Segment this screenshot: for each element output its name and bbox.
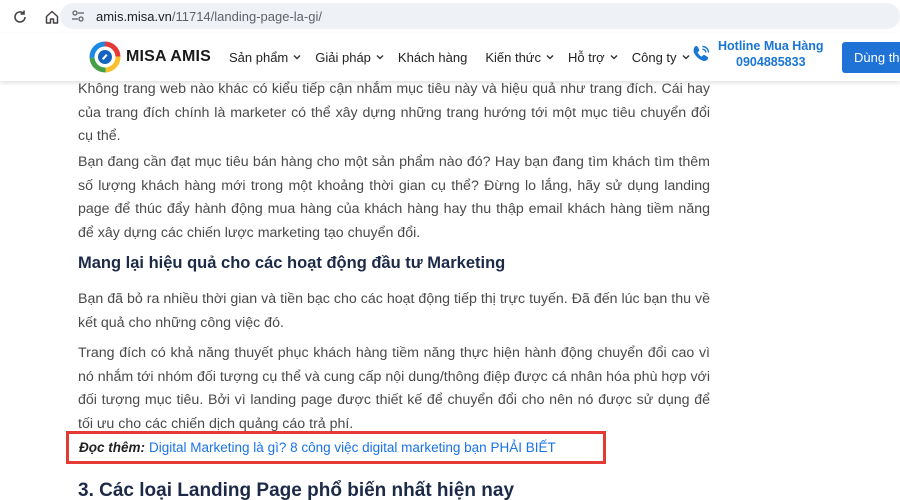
- menu-item-san-pham[interactable]: Sản phẩm: [229, 50, 301, 65]
- chevron-down-icon: [376, 55, 384, 60]
- menu-item-label: Khách hàng: [397, 49, 468, 65]
- menu-item-label: Kiến thức: [485, 49, 542, 65]
- url-text: amis.misa.vn/11714/landing-page-la-gi/: [96, 9, 322, 24]
- menu-item-cong-ty[interactable]: Công ty: [632, 50, 690, 65]
- hotline-phone[interactable]: 0904885833: [718, 55, 824, 69]
- menu-item-khach-hang[interactable]: Khách hàng: [398, 50, 467, 65]
- menu-item-giai-phap[interactable]: Giải pháp: [315, 50, 384, 65]
- misa-logo-icon: [89, 41, 121, 73]
- home-icon[interactable]: [42, 7, 62, 27]
- hotline-title: Hotline Mua Hàng: [718, 39, 824, 53]
- menu-item-label: Hỗ trợ: [568, 49, 605, 65]
- read-more-link[interactable]: Digital Marketing là gì? 8 công việc dig…: [149, 440, 556, 455]
- url-host: amis.misa.vn: [96, 8, 172, 24]
- menu-item-ho-tro[interactable]: Hỗ trợ: [568, 50, 618, 65]
- url-path: /11714/landing-page-la-gi/: [171, 8, 322, 24]
- phone-icon: [693, 45, 710, 61]
- site-logo[interactable]: MISA AMIS: [89, 41, 211, 73]
- chevron-down-icon: [682, 55, 690, 60]
- menu-item-label: Công ty: [631, 49, 677, 65]
- reload-icon[interactable]: [10, 7, 30, 27]
- try-now-button[interactable]: Dùng thử: [842, 42, 900, 73]
- site-settings-icon[interactable]: [70, 8, 86, 24]
- address-bar[interactable]: amis.misa.vn/11714/landing-page-la-gi/: [60, 3, 900, 29]
- chevron-down-icon: [293, 55, 301, 60]
- logo-text: MISA AMIS: [126, 48, 212, 65]
- read-more-box: Đọc thêm: Digital Marketing là gì? 8 côn…: [66, 431, 606, 464]
- paragraph: Trang đích có khả năng thuyết phục khách…: [78, 345, 710, 433]
- hotline[interactable]: Hotline Mua Hàng 0904885833: [690, 39, 824, 69]
- main-menu: Sản phẩm Giải pháp Khách hàng Kiến thức …: [229, 33, 704, 81]
- paragraph: Không trang web nào khác có kiểu tiếp cậ…: [78, 81, 710, 145]
- site-header: MISA AMIS Sản phẩm Giải pháp Khách hàng …: [0, 33, 900, 81]
- chevron-down-icon: [546, 55, 554, 60]
- browser-toolbar: amis.misa.vn/11714/landing-page-la-gi/: [0, 0, 900, 33]
- paragraph: Bạn đã bỏ ra nhiều thời gian và tiền bạc…: [78, 291, 710, 331]
- chevron-down-icon: [610, 55, 618, 60]
- hotline-text: Hotline Mua Hàng 0904885833: [718, 39, 824, 69]
- read-more-label: Đọc thêm:: [79, 440, 146, 455]
- menu-item-kien-thuc[interactable]: Kiến thức: [485, 50, 554, 65]
- paragraph: Bạn đang cần đạt mục tiêu bán hàng cho m…: [78, 154, 710, 242]
- section-subheading: Mang lại hiệu quả cho các hoạt động đầu …: [78, 254, 506, 272]
- menu-item-label: Sản phẩm: [229, 49, 289, 65]
- section-heading: 3. Các loại Landing Page phổ biến nhất h…: [78, 480, 515, 500]
- menu-item-label: Giải pháp: [315, 49, 371, 65]
